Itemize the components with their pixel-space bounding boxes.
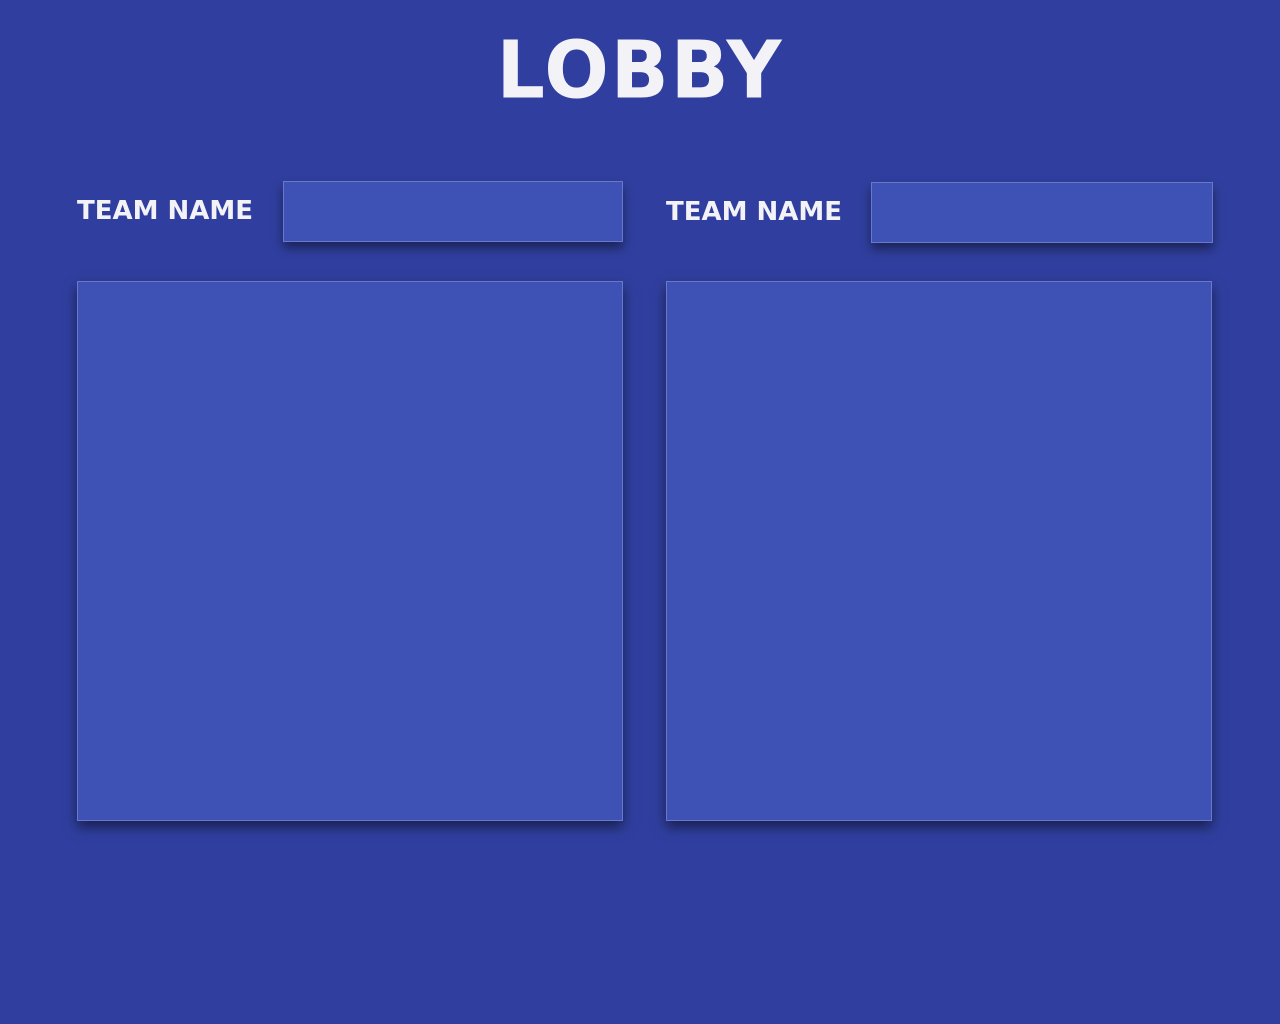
team-1-name-input[interactable] xyxy=(283,181,623,242)
team-2-roster-panel xyxy=(666,281,1212,821)
page-title: LOBBY xyxy=(496,22,784,117)
team-2-name-input[interactable] xyxy=(871,182,1213,243)
lobby-screen: LOBBY TEAM NAME TEAM NAME xyxy=(0,0,1280,1024)
team-2-name-label: TEAM NAME xyxy=(666,197,843,227)
team-1-roster-panel xyxy=(77,281,623,821)
team-1-name-label: TEAM NAME xyxy=(77,196,254,226)
